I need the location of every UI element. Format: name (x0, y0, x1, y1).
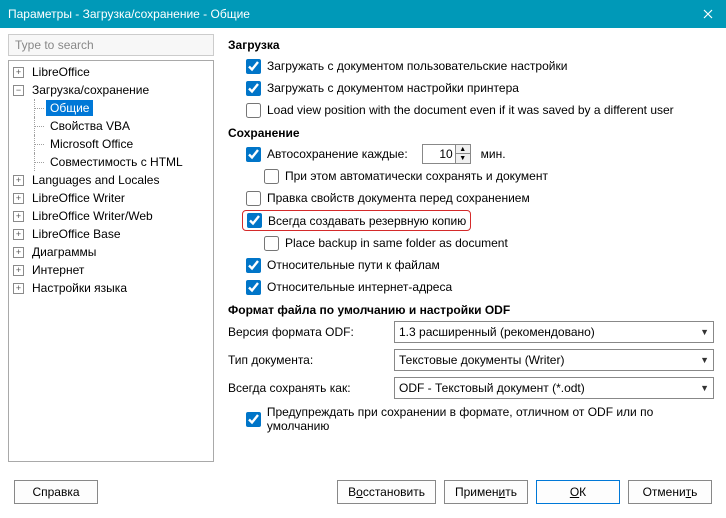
spin-down-icon[interactable]: ▼ (456, 154, 470, 163)
row-edit-props: Правка свойств документа перед сохранени… (228, 188, 714, 208)
tree-item-internet[interactable]: +Интернет (9, 261, 213, 279)
cb-load-printer-settings[interactable] (246, 81, 261, 96)
help-button[interactable]: Справка (14, 480, 98, 504)
row-doc-type: Тип документа: Текстовые документы (Writ… (228, 349, 714, 371)
dialog-body: +LibreOffice −Загрузка/сохранение Общие … (0, 28, 726, 468)
chevron-down-icon: ▼ (700, 327, 709, 337)
tree-item-writer-web[interactable]: +LibreOffice Writer/Web (9, 207, 213, 225)
tree-item-libreoffice[interactable]: +LibreOffice (9, 63, 213, 81)
left-pane: +LibreOffice −Загрузка/сохранение Общие … (0, 28, 218, 468)
tree-item-writer[interactable]: +LibreOffice Writer (9, 189, 213, 207)
settings-panel: Загрузка Загружать с документом пользова… (218, 28, 726, 468)
format-heading: Формат файла по умолчанию и настройки OD… (228, 303, 714, 317)
tree-item-vba[interactable]: Свойства VBA (9, 117, 213, 135)
close-button[interactable] (690, 0, 726, 28)
combo-odf-version[interactable]: 1.3 расширенный (рекомендовано)▼ (394, 321, 714, 343)
row-load-user: Загружать с документом пользовательские … (228, 56, 714, 76)
cb-relative-files[interactable] (246, 258, 261, 273)
row-backup: Всегда создавать резервную копию (228, 210, 714, 231)
row-load-printer: Загружать с документом настройки принтер… (228, 78, 714, 98)
ok-button[interactable]: ОК (536, 480, 620, 504)
tree-item-html-compat[interactable]: Совместимость с HTML (9, 153, 213, 171)
row-rel-inet: Относительные интернет-адреса (228, 277, 714, 297)
spin-up-icon[interactable]: ▲ (456, 145, 470, 154)
row-odf-version: Версия формата ODF: 1.3 расширенный (рек… (228, 321, 714, 343)
cb-autosave[interactable] (246, 147, 261, 162)
autosave-value-input[interactable] (422, 144, 456, 164)
tree-item-general[interactable]: Общие (9, 99, 213, 117)
cb-always-backup[interactable] (247, 213, 262, 228)
expand-icon[interactable]: + (13, 283, 24, 294)
cb-load-view-position[interactable] (246, 103, 261, 118)
row-autosave-doc: При этом автоматически сохранять и докум… (228, 166, 714, 186)
titlebar: Параметры - Загрузка/сохранение - Общие (0, 0, 726, 28)
tree-item-lang-settings[interactable]: +Настройки языка (9, 279, 213, 297)
tree-item-languages[interactable]: +Languages and Locales (9, 171, 213, 189)
cb-edit-props[interactable] (246, 191, 261, 206)
expand-icon[interactable]: + (13, 229, 24, 240)
chevron-down-icon: ▼ (700, 355, 709, 365)
cb-warn-format[interactable] (246, 412, 261, 427)
cb-backup-same-folder[interactable] (264, 236, 279, 251)
close-icon (703, 9, 713, 19)
autosave-spinner[interactable]: ▲ ▼ (422, 144, 471, 164)
expand-icon[interactable]: + (13, 247, 24, 258)
row-always-save-as: Всегда сохранять как: ODF - Текстовый до… (228, 377, 714, 399)
tree-item-base[interactable]: +LibreOffice Base (9, 225, 213, 243)
row-backup-same-folder: Place backup in same folder as document (228, 233, 714, 253)
dialog-footer: Справка Восстановить Применить ОК Отмени… (0, 468, 726, 516)
row-autosave: Автосохранение каждые: ▲ ▼ мин. (228, 144, 714, 164)
cb-autosave-doc[interactable] (264, 169, 279, 184)
chevron-down-icon: ▼ (700, 383, 709, 393)
reset-button[interactable]: Восстановить (337, 480, 436, 504)
apply-button[interactable]: Применить (444, 480, 528, 504)
row-rel-files: Относительные пути к файлам (228, 255, 714, 275)
cb-load-user-settings[interactable] (246, 59, 261, 74)
window-title: Параметры - Загрузка/сохранение - Общие (8, 7, 690, 21)
collapse-icon[interactable]: − (13, 85, 24, 96)
expand-icon[interactable]: + (13, 193, 24, 204)
search-input[interactable] (8, 34, 214, 56)
options-tree[interactable]: +LibreOffice −Загрузка/сохранение Общие … (8, 60, 214, 462)
row-load-view-pos: Load view position with the document eve… (228, 100, 714, 120)
tree-item-load-save[interactable]: −Загрузка/сохранение (9, 81, 213, 99)
row-warn-format: Предупреждать при сохранении в формате, … (228, 405, 714, 433)
expand-icon[interactable]: + (13, 211, 24, 222)
cb-relative-internet[interactable] (246, 280, 261, 295)
tree-item-msoffice[interactable]: Microsoft Office (9, 135, 213, 153)
tree-item-charts[interactable]: +Диаграммы (9, 243, 213, 261)
highlight-backup: Всегда создавать резервную копию (242, 210, 471, 231)
expand-icon[interactable]: + (13, 67, 24, 78)
save-heading: Сохранение (228, 126, 714, 140)
load-heading: Загрузка (228, 38, 714, 52)
cancel-button[interactable]: Отменить (628, 480, 712, 504)
combo-always-save-as[interactable]: ODF - Текстовый документ (*.odt)▼ (394, 377, 714, 399)
expand-icon[interactable]: + (13, 265, 24, 276)
expand-icon[interactable]: + (13, 175, 24, 186)
combo-doc-type[interactable]: Текстовые документы (Writer)▼ (394, 349, 714, 371)
